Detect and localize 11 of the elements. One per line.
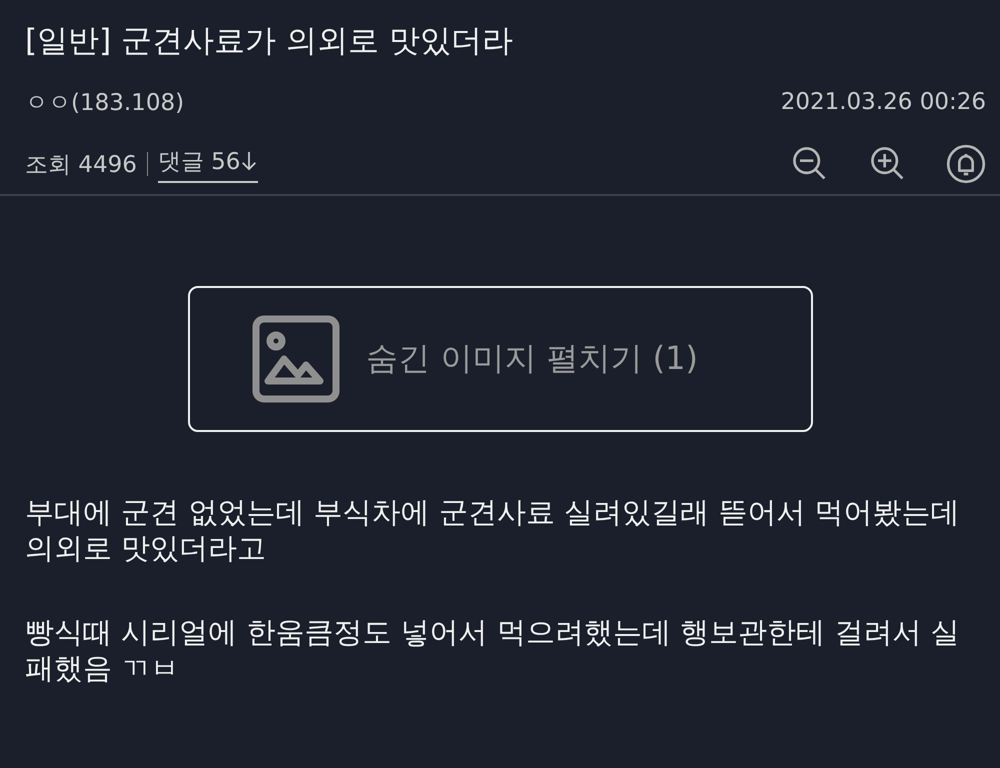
post-title: [일반] 군견사료가 의외로 맛있더라 — [25, 22, 514, 61]
comments-link[interactable]: 댓글 56 — [158, 146, 258, 182]
author-name: ㅇㅇ(183.108) — [25, 88, 184, 118]
view-count: 조회 4496 — [25, 150, 137, 180]
bell-icon[interactable] — [946, 144, 986, 184]
body-paragraph: 빵식때 시리얼에 한움큼정도 넣어서 먹으려했는데 행보관한테 걸려서 실패했음 ㄲㅂ — [25, 614, 961, 686]
image-icon — [252, 315, 340, 403]
down-arrow-icon — [240, 150, 258, 172]
body-paragraph: 부대에 군견 없었는데 부식차에 군견사료 실려있길래 뜯어서 먹어봤는데 의외로 맛있더라고 — [25, 494, 961, 566]
post-date: 2021.03.26 00:26 — [780, 89, 986, 115]
show-hidden-image-button[interactable]: 숨긴 이미지 펼치기 (1) — [188, 286, 812, 432]
